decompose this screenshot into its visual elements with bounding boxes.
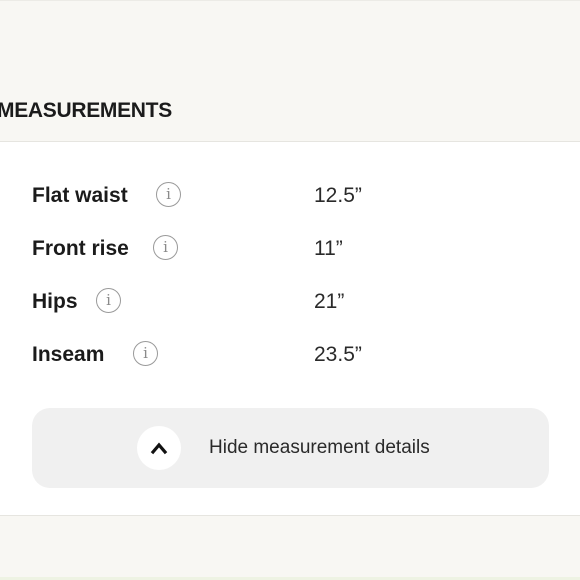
chevron-up-icon xyxy=(137,426,181,470)
measurement-value: 21” xyxy=(314,290,345,313)
measurement-value: 11” xyxy=(314,237,343,260)
section-title: MEASUREMENTS xyxy=(0,99,172,122)
measurement-value: 23.5” xyxy=(314,343,362,366)
measurement-label: Hips xyxy=(32,290,78,313)
measurement-value: 12.5” xyxy=(314,184,362,207)
measurement-row-hips: Hips i 21” xyxy=(32,288,552,318)
toggle-label: Hide measurement details xyxy=(209,437,430,458)
measurement-row-inseam: Inseam i 23.5” xyxy=(32,341,552,371)
header-band: MEASUREMENTS xyxy=(0,0,580,142)
measurement-label: Inseam xyxy=(32,343,105,366)
measurement-label: Flat waist xyxy=(32,184,128,207)
info-icon[interactable]: i xyxy=(153,235,178,260)
info-icon[interactable]: i xyxy=(133,341,158,366)
info-icon[interactable]: i xyxy=(156,182,181,207)
footer-band xyxy=(0,516,580,580)
measurement-row-flat-waist: Flat waist i 12.5” xyxy=(32,182,552,212)
measurement-label: Front rise xyxy=(32,237,129,260)
page: MEASUREMENTS Flat waist i 12.5” Front ri… xyxy=(0,0,580,580)
info-icon[interactable]: i xyxy=(96,288,121,313)
measurement-row-front-rise: Front rise i 11” xyxy=(32,235,552,265)
hide-measurement-details-button[interactable]: Hide measurement details xyxy=(32,408,549,488)
